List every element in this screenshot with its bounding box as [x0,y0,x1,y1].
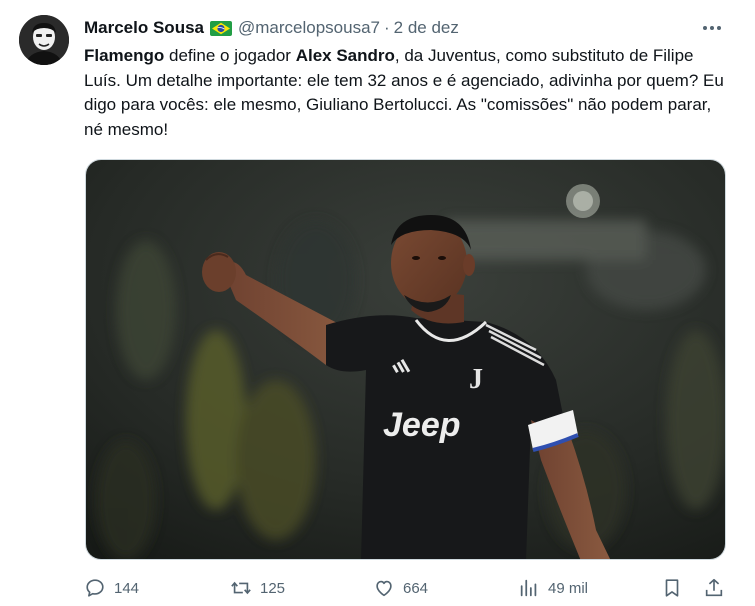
repost-button[interactable]: 125 [230,574,285,602]
jersey-sponsor-text: Jeep [383,406,461,444]
like-button[interactable]: 664 [373,574,428,602]
bookmark-button[interactable] [661,574,683,602]
reply-count: 144 [114,579,140,597]
heart-icon [376,580,392,597]
avatar-image [19,15,69,65]
views-chart-icon [520,579,537,597]
tweet-text-part: define o jogador [164,46,296,65]
like-count: 664 [403,579,429,597]
tweet: Marcelo Sousa @marcelopsousa7 · 2 de dez… [0,0,755,606]
share-button[interactable] [703,574,725,602]
views-count: 49 mil [548,579,589,597]
mention-alex-sandro: Alex Sandro [295,46,395,65]
mention-flamengo: Flamengo [84,46,165,65]
author-name[interactable]: Marcelo Sousa [84,18,204,38]
repost-icon [231,581,251,595]
reply-button[interactable]: 144 [84,574,139,602]
separator: · [384,18,390,37]
bookmark-icon [665,579,679,597]
tweet-date[interactable]: 2 de dez [394,18,459,38]
views-button[interactable]: 49 mil [518,574,588,602]
tweet-actions: 144 125 664 49 mil [84,574,730,602]
tweet-header: Marcelo Sousa @marcelopsousa7 · 2 de dez [84,16,731,40]
share-icon [705,578,723,597]
tweet-photo[interactable]: J Jeep [85,159,726,560]
author-handle[interactable]: @marcelopsousa7 [238,18,380,38]
reply-icon [86,579,104,597]
more-options-icon[interactable] [699,16,725,40]
tweet-text: Flamengo define o jogador Alex Sandro, d… [84,44,734,142]
juventus-logo: J [469,364,483,395]
avatar[interactable] [19,15,69,65]
repost-count: 125 [260,579,286,597]
brazil-flag-icon [210,20,232,36]
